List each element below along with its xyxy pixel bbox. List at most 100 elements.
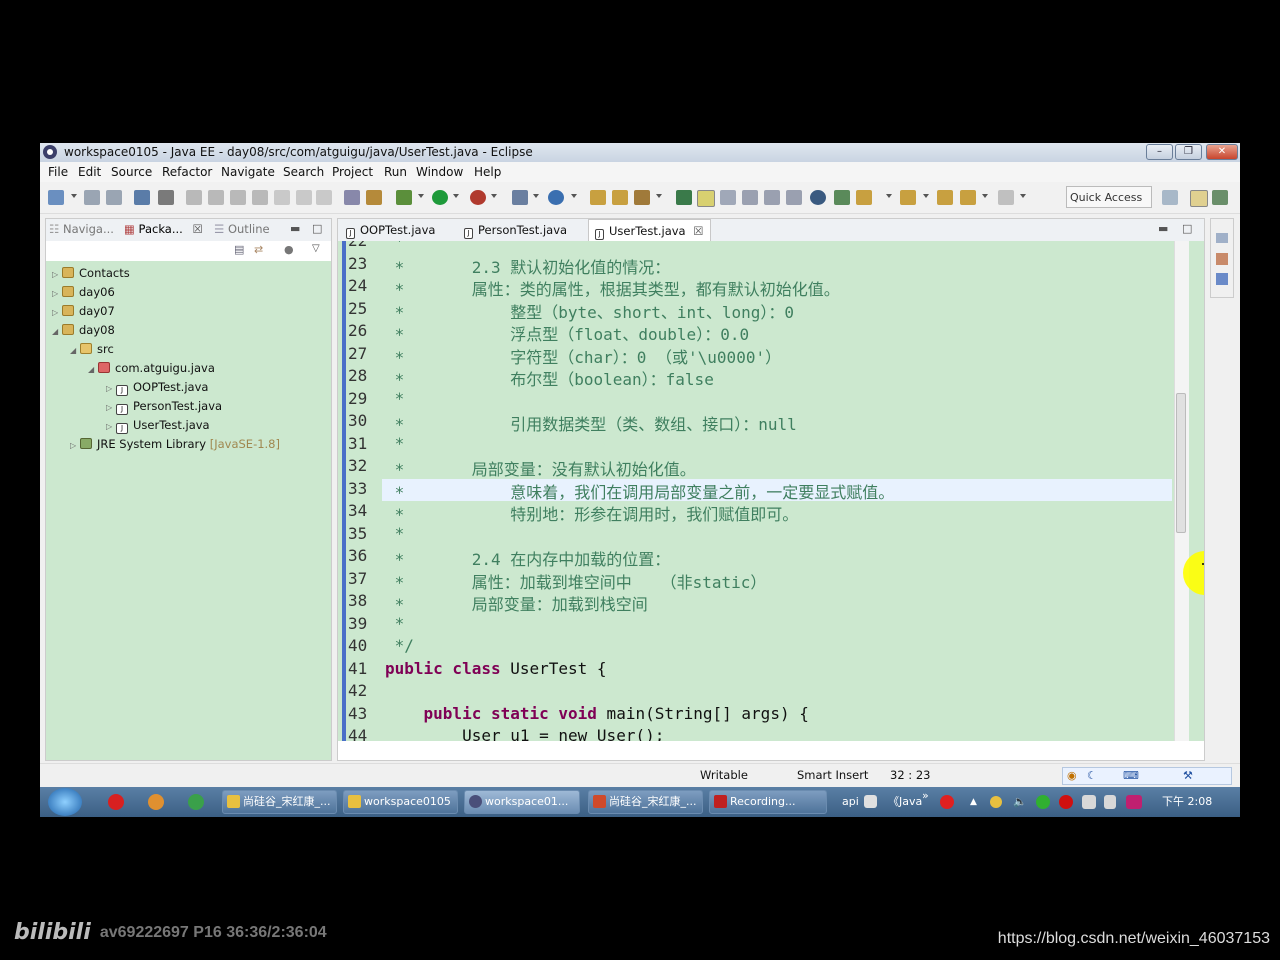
next-annotation-icon[interactable]: [834, 190, 850, 205]
tree-item-contacts[interactable]: ▷ Contacts: [52, 264, 130, 282]
debug-icon[interactable]: [396, 190, 412, 205]
web-browser-icon[interactable]: [810, 190, 826, 205]
taskbar-item-recording[interactable]: Recording...: [709, 790, 827, 814]
app-icon[interactable]: [148, 794, 164, 810]
tab-usertest[interactable]: J UserTest.java ☒: [588, 219, 711, 241]
tray-app-icon[interactable]: [864, 795, 877, 808]
suspend-icon[interactable]: [208, 190, 224, 205]
taskbar-item-eclipse[interactable]: workspace01...: [464, 790, 580, 814]
toggle-word-wrap-icon[interactable]: [720, 190, 736, 205]
code-editor[interactable]: 22 23 24 25 26 27 28 29 30 31 32 33 34 35 36 37 38 39 40 41…: [338, 241, 1204, 741]
chevron-right-icon[interactable]: ▷: [52, 285, 62, 303]
step-over-icon[interactable]: [296, 190, 312, 205]
new-icon[interactable]: [48, 190, 64, 205]
search-icon[interactable]: [634, 190, 650, 205]
close-icon[interactable]: ☒: [192, 222, 202, 236]
usb-icon[interactable]: [1104, 795, 1116, 809]
menu-file[interactable]: File: [48, 165, 68, 179]
menu-run[interactable]: Run: [384, 165, 407, 179]
skip-breakpoints-icon[interactable]: [158, 190, 174, 205]
menu-help[interactable]: Help: [474, 165, 501, 179]
open-folder-icon[interactable]: [612, 190, 628, 205]
menu-edit[interactable]: Edit: [78, 165, 101, 179]
tab-navigator[interactable]: ☷ Naviga...: [49, 222, 114, 236]
tray-java[interactable]: 《Java: [888, 787, 922, 817]
chevron-down-icon[interactable]: [533, 194, 539, 198]
arrow-right-icon[interactable]: [998, 190, 1014, 205]
chrome-icon[interactable]: [188, 794, 204, 810]
chevron-right-icon[interactable]: ▷: [70, 437, 80, 455]
show-whitespace-icon[interactable]: [764, 190, 780, 205]
tab-package-explorer[interactable]: ▦ Packa... ☒: [124, 222, 203, 236]
java-ee-perspective-icon[interactable]: [1190, 190, 1208, 207]
chevron-down-icon[interactable]: ◢: [70, 342, 80, 360]
taskbar-item-folder[interactable]: 尚硅谷_宋红康_...: [222, 790, 337, 814]
tree-item-jre-library[interactable]: ▷ JRE System Library [JavaSE-1.8]: [70, 435, 280, 453]
arrow-left-icon[interactable]: [960, 190, 976, 205]
save-icon[interactable]: [84, 190, 100, 205]
tree-item-ooptest[interactable]: ▷ J OOPTest.java: [106, 378, 208, 396]
annotation-icon[interactable]: [676, 190, 692, 205]
open-perspective-icon[interactable]: [1162, 190, 1178, 205]
network-icon[interactable]: [1082, 795, 1096, 809]
tray-api[interactable]: api: [842, 787, 859, 817]
menu-refactor[interactable]: Refactor: [162, 165, 212, 179]
tab-outline[interactable]: ☰ Outline: [214, 222, 270, 236]
ime-toolbar[interactable]: ◉ ☾ ⌨ ⚒: [1062, 767, 1232, 785]
minimize-button[interactable]: –: [1146, 144, 1173, 160]
close-button[interactable]: ✕: [1206, 144, 1238, 160]
drop-to-frame-icon[interactable]: [344, 190, 360, 205]
open-type-icon[interactable]: [134, 190, 150, 205]
last-edit-location-icon[interactable]: [900, 190, 916, 205]
chevron-right-icon[interactable]: ▷: [52, 266, 62, 284]
block-selection-icon[interactable]: [742, 190, 758, 205]
menu-search[interactable]: Search: [283, 165, 324, 179]
chevron-right-icon[interactable]: ▷: [106, 380, 116, 398]
link-with-editor-icon[interactable]: ⇄: [254, 243, 263, 256]
run-icon[interactable]: [432, 190, 448, 205]
display-icon[interactable]: [1126, 795, 1142, 809]
chevron-down-icon[interactable]: [418, 194, 424, 198]
tree-item-usertest[interactable]: ▷ J UserTest.java: [106, 416, 210, 434]
maximize-view-icon[interactable]: □: [1182, 222, 1192, 235]
back-icon[interactable]: [937, 190, 953, 205]
view-menu-icon[interactable]: ▽: [312, 243, 320, 254]
chevron-down-icon[interactable]: [656, 194, 662, 198]
quick-access-input[interactable]: Quick Access: [1066, 186, 1152, 208]
focus-on-work-set-icon[interactable]: ●: [284, 243, 294, 256]
toggle-mark-occurrences-icon[interactable]: [697, 190, 715, 207]
close-icon[interactable]: ☒: [693, 224, 703, 238]
step-return-icon[interactable]: [316, 190, 332, 205]
tree-item-day07[interactable]: ▷ day07: [52, 302, 115, 320]
tree-item-src[interactable]: ◢ src: [70, 340, 114, 358]
chevron-down-icon[interactable]: [982, 194, 988, 198]
taskbar-item-workspace[interactable]: workspace0105: [343, 790, 458, 814]
external-tools-icon[interactable]: [470, 190, 486, 205]
restore-icon[interactable]: [1216, 233, 1228, 243]
disconnect-icon[interactable]: [252, 190, 268, 205]
chevron-right-icon[interactable]: ▷: [52, 304, 62, 322]
minimize-view-icon[interactable]: ▬: [1158, 222, 1168, 235]
chevron-down-icon[interactable]: ◢: [88, 361, 98, 379]
start-button[interactable]: [48, 788, 82, 816]
step-into-icon[interactable]: [274, 190, 290, 205]
tree-item-package[interactable]: ◢ com.atguigu.java: [88, 359, 215, 377]
new-server-icon[interactable]: [512, 190, 528, 205]
menu-window[interactable]: Window: [416, 165, 463, 179]
clock[interactable]: 下午 2:08: [1162, 787, 1212, 817]
java-perspective-icon[interactable]: [1212, 190, 1228, 205]
tray-more[interactable]: »: [922, 781, 929, 811]
collapse-all-icon[interactable]: ▤: [234, 243, 244, 256]
chevron-down-icon[interactable]: [1020, 194, 1026, 198]
chevron-down-icon[interactable]: ◢: [52, 323, 62, 341]
use-step-filters-icon[interactable]: [366, 190, 382, 205]
taskbar-item-powerpoint[interactable]: 尚硅谷_宋红康_...: [588, 790, 703, 814]
weibo-icon[interactable]: [108, 794, 124, 810]
terminate-icon[interactable]: [230, 190, 246, 205]
tray-icon[interactable]: [990, 796, 1002, 808]
menu-project[interactable]: Project: [332, 165, 373, 179]
chevron-right-icon[interactable]: ▷: [106, 399, 116, 417]
chevron-down-icon[interactable]: [571, 194, 577, 198]
show-hidden-icons[interactable]: ▲: [970, 787, 977, 817]
chevron-down-icon[interactable]: [71, 194, 77, 198]
